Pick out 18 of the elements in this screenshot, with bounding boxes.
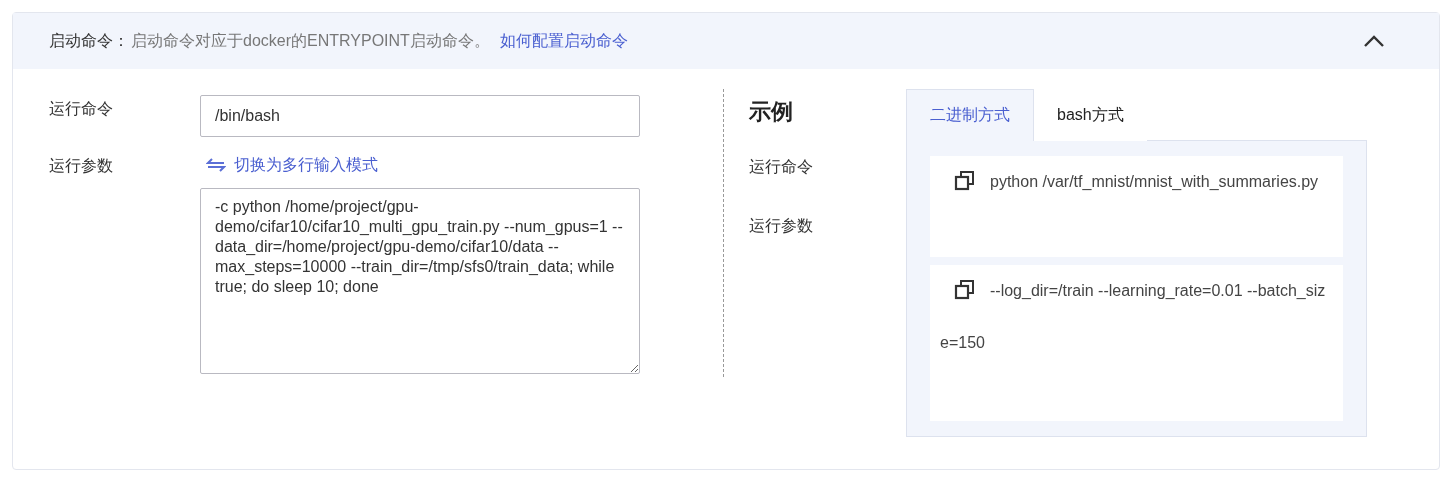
field-label: 运行命令: [49, 99, 114, 119]
example-label: 运行参数: [749, 216, 814, 236]
example-label: 运行命令: [749, 157, 814, 177]
command-input[interactable]: /bin/bash: [200, 95, 640, 137]
copy-icon[interactable]: [954, 170, 976, 192]
collapse-icon[interactable]: [1363, 34, 1385, 48]
swap-icon: [206, 158, 226, 172]
section-label: 启动命令：: [49, 30, 129, 51]
help-link[interactable]: 如何配置启动命令: [499, 30, 628, 52]
code-snippet: --log_dir=/train --learning_rate=0.01 --batch_size=150: [930, 265, 1343, 421]
field-label: 运行参数: [49, 156, 114, 176]
arguments-textarea[interactable]: -c python /home/project/gpu-demo/cifar10/cifar10_multi_gpu_train.py --num_gpus=1 --data_dir=/home/project/gpu-demo/cifar10/data --max_steps=10000 --train_dir=/tmp/sfs0/train_data; while true; do sleep 10; done: [200, 188, 640, 374]
switch-mode-link[interactable]: 切换为多行输入模式: [200, 152, 640, 178]
tab[interactable]: 二进制方式: [906, 89, 1034, 141]
copy-icon[interactable]: [954, 279, 976, 301]
code-snippet: python /var/tf_mnist/mnist_with_summaries.py: [930, 156, 1343, 257]
example-title: 示例: [749, 98, 794, 126]
section-description: 启动命令对应于docker的ENTRYPOINT启动命令。: [131, 30, 490, 51]
